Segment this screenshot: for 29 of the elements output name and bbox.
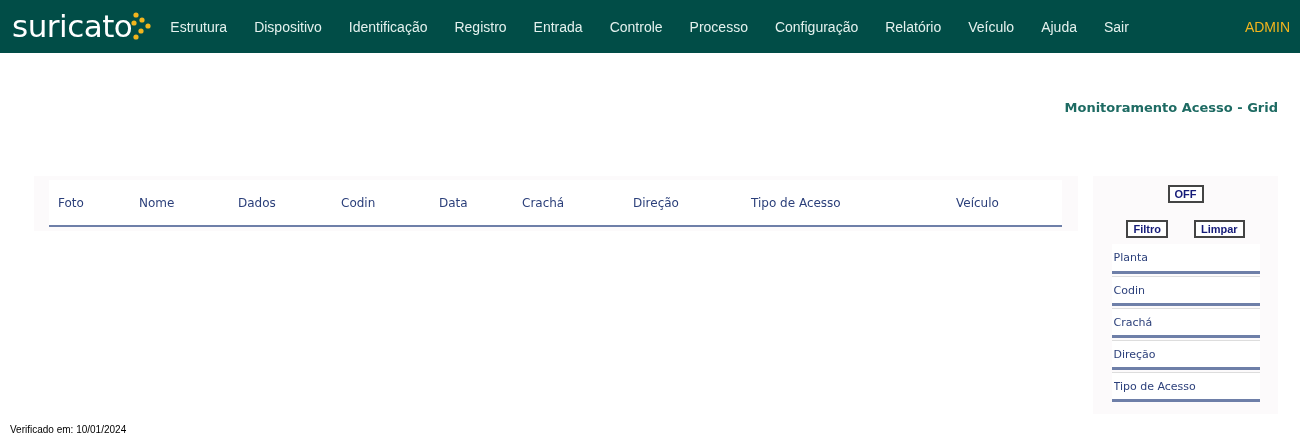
menu-item[interactable]: Dispositivo: [254, 18, 322, 35]
menu-item[interactable]: Estrutura: [170, 18, 228, 35]
filter-button[interactable]: Filtro: [1126, 220, 1168, 238]
menu-item[interactable]: Configuração: [774, 18, 859, 35]
input-field[interactable]: Planta: [1111, 244, 1260, 274]
column-header: Foto: [57, 195, 85, 210]
menu-item[interactable]: Ajuda: [1041, 18, 1077, 35]
logo[interactable]: suricato: [12, 6, 153, 47]
menu-item[interactable]: Controle: [609, 18, 663, 35]
column-header: Direção: [632, 195, 680, 210]
menu-item[interactable]: Relatório: [885, 18, 942, 35]
page-title: Monitoramento Acesso - Grid: [1064, 100, 1278, 117]
column-header: Crachá: [521, 195, 566, 210]
toggle-button[interactable]: OFF: [1167, 185, 1204, 203]
menu-item[interactable]: Identificação: [348, 18, 428, 35]
menu-item[interactable]: Registro: [454, 18, 507, 35]
menu-item[interactable]: Entrada: [533, 18, 583, 35]
column-header: Nome: [138, 195, 176, 210]
column-header: Veículo: [955, 195, 1000, 210]
user-name[interactable]: ADMIN: [1244, 18, 1290, 35]
column-header: Tipo de Acesso: [750, 195, 842, 210]
column-header: Data: [438, 195, 469, 210]
column-header: Dados: [237, 195, 277, 210]
menu-item[interactable]: Processo: [689, 18, 748, 35]
menu-item[interactable]: Sair: [1104, 18, 1129, 35]
filter-button[interactable]: Limpar: [1193, 220, 1245, 238]
verified-date: Verificado em: 10/01/2024: [10, 424, 127, 435]
menu-item[interactable]: Veículo: [968, 18, 1015, 35]
column-header: Codin: [340, 195, 377, 210]
